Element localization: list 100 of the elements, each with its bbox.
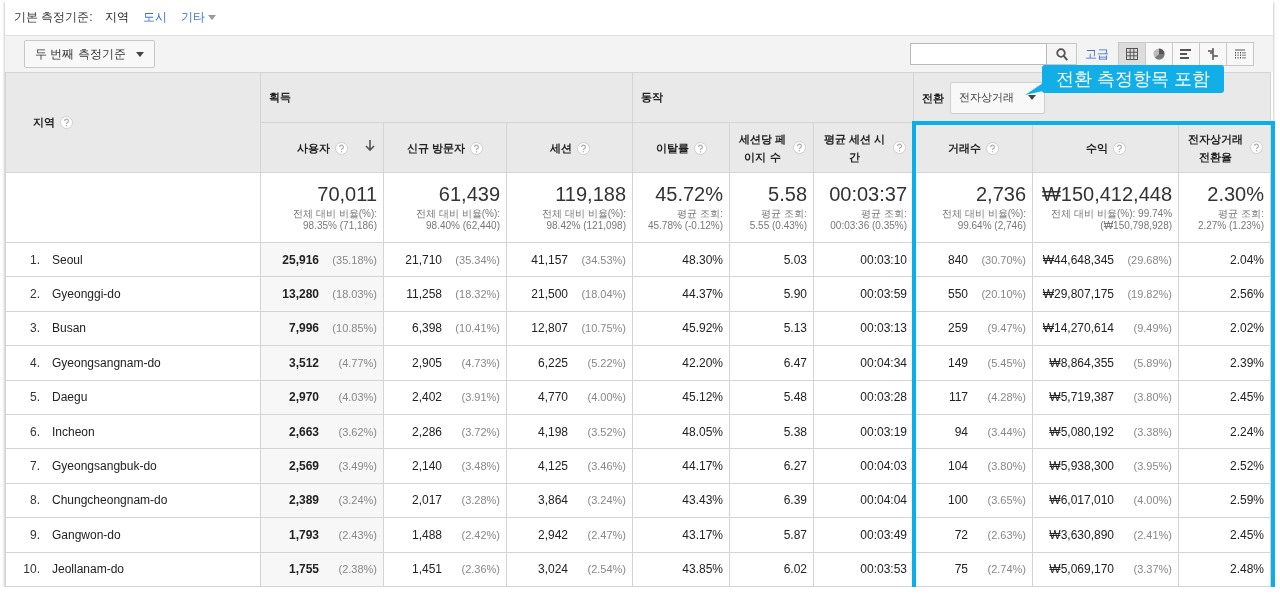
row-number: 4. bbox=[29, 355, 40, 370]
cell-value: ₩5,719,387 bbox=[1049, 390, 1115, 405]
cell-value: 21,500 bbox=[531, 287, 568, 302]
region-name: Jeollanam-do bbox=[52, 562, 125, 577]
column-header[interactable]: 거래수 bbox=[947, 139, 981, 158]
cell-value: 12,807 bbox=[531, 321, 568, 336]
cell-value: 00:03:19 bbox=[860, 424, 908, 439]
column-header[interactable]: 사용자 bbox=[296, 139, 330, 158]
view-button[interactable] bbox=[1145, 42, 1173, 66]
column-header[interactable]: 신규 방문자 bbox=[406, 139, 466, 158]
group-header: 획득 bbox=[269, 91, 291, 103]
total-note: 평균 조회: 00:03:36 (0.35%) bbox=[829, 208, 908, 232]
row-number: 5. bbox=[29, 390, 40, 405]
cell-value: 21,710 bbox=[405, 252, 442, 267]
cell-value: 42.20% bbox=[682, 355, 723, 370]
cell-value: 2.59% bbox=[1230, 493, 1265, 508]
column-header[interactable]: 수익 bbox=[1085, 139, 1108, 158]
cell-share: (2.43%) bbox=[337, 528, 377, 541]
total-value: 45.72% bbox=[654, 182, 723, 206]
cell-share: (18.32%) bbox=[454, 288, 500, 301]
cell-share: (3.37%) bbox=[1132, 563, 1173, 576]
help-icon bbox=[793, 141, 806, 154]
region-name: Gyeongsangnam-do bbox=[52, 355, 161, 370]
secondary-dimension-dropdown[interactable]: 두 번째 측정기준 bbox=[24, 40, 155, 68]
cell-value: 1,488 bbox=[411, 527, 442, 542]
cell-value: 2,402 bbox=[411, 390, 442, 405]
region-name: Busan bbox=[52, 321, 87, 336]
advanced-link[interactable]: 고급 bbox=[1085, 45, 1109, 63]
cell-share: (2.41%) bbox=[1132, 528, 1173, 541]
cell-value: 13,280 bbox=[282, 287, 319, 302]
cell-value: 117 bbox=[948, 390, 969, 405]
region-name: Gyeongsangbuk-do bbox=[52, 459, 157, 474]
view-button[interactable] bbox=[1172, 42, 1200, 66]
cell-value: 2.56% bbox=[1230, 287, 1265, 302]
cell-value: ₩3,630,890 bbox=[1049, 527, 1115, 542]
column-header[interactable]: 세션 bbox=[549, 139, 572, 158]
cell-value: 00:03:49 bbox=[860, 527, 908, 542]
help-icon bbox=[334, 141, 348, 155]
cell-value: 43.17% bbox=[682, 527, 723, 542]
cell-value: 840 bbox=[948, 252, 969, 267]
total-note: 전체 대비 비율(%): 99.64% (2,746) bbox=[941, 208, 1027, 232]
cell-share: (10.75%) bbox=[580, 322, 626, 335]
cell-share: (3.38%) bbox=[1132, 425, 1173, 438]
cell-value: 00:03:10 bbox=[860, 252, 908, 267]
region-name: Chungcheongnam-do bbox=[52, 493, 168, 508]
cell-value: 5.13 bbox=[783, 321, 807, 336]
search-button[interactable] bbox=[1047, 43, 1077, 65]
region-name: Incheon bbox=[52, 424, 95, 439]
cell-value: 2,017 bbox=[411, 493, 442, 508]
cell-value: 00:03:28 bbox=[860, 390, 908, 405]
cell-share: (2.47%) bbox=[586, 528, 626, 541]
cell-value: 44.37% bbox=[682, 287, 723, 302]
column-header[interactable]: 지역 bbox=[33, 116, 55, 128]
cell-value: 3,512 bbox=[288, 355, 319, 370]
cell-value: 2,942 bbox=[538, 527, 568, 542]
cell-value: 3,024 bbox=[538, 562, 568, 577]
cell-share: (3.80%) bbox=[1132, 391, 1173, 404]
column-header[interactable]: 이탈률 bbox=[655, 139, 689, 158]
conversion-dropdown[interactable]: 전자상거래 bbox=[950, 81, 1046, 114]
cell-value: 00:04:04 bbox=[860, 493, 908, 508]
total-note: 전체 대비 비율(%): 98.42% (121,098) bbox=[541, 208, 626, 232]
cell-value: 00:03:59 bbox=[860, 287, 908, 302]
view-button[interactable] bbox=[1118, 42, 1146, 66]
cell-value: 2.52% bbox=[1230, 459, 1265, 474]
dimension-link[interactable]: 도시 bbox=[140, 7, 169, 28]
bar-chart-icon bbox=[1180, 48, 1192, 60]
cell-share: (18.04%) bbox=[580, 288, 626, 301]
cell-value: 2.48% bbox=[1230, 562, 1265, 577]
row-number: 6. bbox=[29, 424, 40, 439]
cell-share: (3.24%) bbox=[586, 494, 626, 507]
cell-value: 2,569 bbox=[288, 459, 319, 474]
cell-value: 4,198 bbox=[538, 424, 568, 439]
cell-value: 100 bbox=[948, 493, 969, 508]
cell-share: (5.22%) bbox=[586, 356, 626, 369]
help-icon bbox=[893, 141, 907, 154]
total-value: 61,439 bbox=[437, 182, 500, 206]
cell-value: 1,451 bbox=[411, 562, 442, 577]
search-field[interactable] bbox=[910, 43, 1047, 65]
cell-share: (5.45%) bbox=[986, 356, 1027, 369]
region-name: Gyeonggi-do bbox=[52, 287, 121, 302]
help-icon bbox=[470, 141, 484, 155]
cell-value: 6,398 bbox=[411, 321, 442, 336]
cell-value: ₩5,069,170 bbox=[1049, 562, 1115, 577]
cell-value: 11,258 bbox=[406, 287, 442, 302]
cell-value: 00:03:13 bbox=[860, 321, 908, 336]
help-icon bbox=[576, 141, 590, 155]
cell-value: 41,157 bbox=[531, 252, 568, 267]
cell-share: (2.63%) bbox=[986, 528, 1027, 541]
dimension-link[interactable]: 지역 bbox=[102, 7, 131, 28]
cell-share: (3.24%) bbox=[337, 494, 377, 507]
cell-value: ₩14,270,614 bbox=[1042, 321, 1115, 336]
cell-share: (18.03%) bbox=[331, 288, 377, 301]
cell-value: 6,225 bbox=[538, 355, 568, 370]
cell-value: 2.39% bbox=[1230, 355, 1265, 370]
cell-share: (35.18%) bbox=[331, 253, 377, 266]
cell-value: ₩8,864,355 bbox=[1049, 355, 1115, 370]
view-button[interactable] bbox=[1199, 42, 1227, 66]
cell-value: 25,916 bbox=[282, 252, 319, 267]
dimension-menu[interactable]: 기타 bbox=[178, 7, 218, 28]
cell-share: (20.10%) bbox=[980, 288, 1027, 301]
